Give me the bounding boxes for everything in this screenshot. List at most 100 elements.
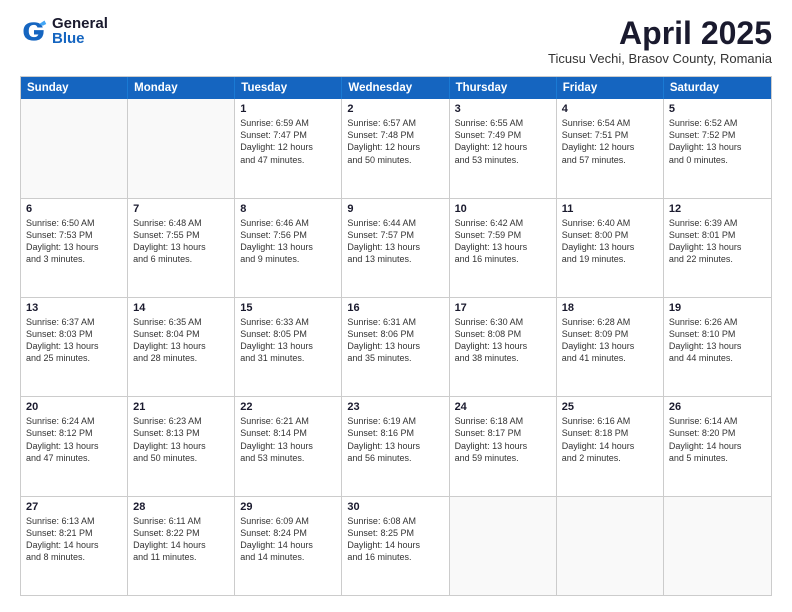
day-number: 9 bbox=[347, 203, 443, 215]
cal-cell-4-1: 20 Sunrise: 6:24 AM Sunset: 8:12 PM Dayli… bbox=[21, 397, 128, 495]
weekday-header-thursday: Thursday bbox=[450, 77, 557, 99]
day-number: 27 bbox=[26, 501, 122, 513]
cell-info: Sunrise: 6:08 AM Sunset: 8:25 PM Dayligh… bbox=[347, 515, 443, 564]
calendar-row-3: 13 Sunrise: 6:37 AM Sunset: 8:03 PM Dayli… bbox=[21, 297, 771, 396]
cal-cell-5-5 bbox=[450, 497, 557, 595]
cal-cell-2-7: 12 Sunrise: 6:39 AM Sunset: 8:01 PM Dayli… bbox=[664, 199, 771, 297]
cal-cell-3-6: 18 Sunrise: 6:28 AM Sunset: 8:09 PM Dayli… bbox=[557, 298, 664, 396]
cal-cell-4-5: 24 Sunrise: 6:18 AM Sunset: 8:17 PM Dayli… bbox=[450, 397, 557, 495]
day-number: 29 bbox=[240, 501, 336, 513]
cell-info: Sunrise: 6:55 AM Sunset: 7:49 PM Dayligh… bbox=[455, 117, 551, 166]
cell-info: Sunrise: 6:30 AM Sunset: 8:08 PM Dayligh… bbox=[455, 316, 551, 365]
day-number: 11 bbox=[562, 203, 658, 215]
calendar-body: 1 Sunrise: 6:59 AM Sunset: 7:47 PM Daylig… bbox=[21, 99, 771, 595]
cal-cell-3-7: 19Sunrise: 6:26 AM Sunset: 8:10 PM Dayli… bbox=[664, 298, 771, 396]
day-number: 24 bbox=[455, 401, 551, 413]
cell-info: Sunrise: 6:48 AM Sunset: 7:55 PM Dayligh… bbox=[133, 217, 229, 266]
cal-cell-1-4: 2Sunrise: 6:57 AM Sunset: 7:48 PM Daylig… bbox=[342, 99, 449, 197]
day-number: 7 bbox=[133, 203, 229, 215]
cell-info: Sunrise: 6:21 AM Sunset: 8:14 PM Dayligh… bbox=[240, 415, 336, 464]
cal-cell-2-6: 11Sunrise: 6:40 AM Sunset: 8:00 PM Dayli… bbox=[557, 199, 664, 297]
cell-info: Sunrise: 6:42 AM Sunset: 7:59 PM Dayligh… bbox=[455, 217, 551, 266]
cal-cell-5-7 bbox=[664, 497, 771, 595]
logo-general-text: General bbox=[52, 16, 108, 31]
cell-info: Sunrise: 6:19 AM Sunset: 8:16 PM Dayligh… bbox=[347, 415, 443, 464]
day-number: 6 bbox=[26, 203, 122, 215]
cell-info: Sunrise: 6:13 AM Sunset: 8:21 PM Dayligh… bbox=[26, 515, 122, 564]
cell-info: Sunrise: 6:24 AM Sunset: 8:12 PM Dayligh… bbox=[26, 415, 122, 464]
calendar-header: SundayMondayTuesdayWednesdayThursdayFrid… bbox=[21, 77, 771, 99]
cell-info: Sunrise: 6:57 AM Sunset: 7:48 PM Dayligh… bbox=[347, 117, 443, 166]
day-number: 20 bbox=[26, 401, 122, 413]
cal-cell-5-4: 30 Sunrise: 6:08 AM Sunset: 8:25 PM Dayli… bbox=[342, 497, 449, 595]
day-number: 10 bbox=[455, 203, 551, 215]
weekday-header-friday: Friday bbox=[557, 77, 664, 99]
cell-info: Sunrise: 6:35 AM Sunset: 8:04 PM Dayligh… bbox=[133, 316, 229, 365]
cal-cell-1-1 bbox=[21, 99, 128, 197]
day-number: 12 bbox=[669, 203, 766, 215]
day-number: 13 bbox=[26, 302, 122, 314]
cal-cell-4-2: 21 Sunrise: 6:23 AM Sunset: 8:13 PM Dayli… bbox=[128, 397, 235, 495]
cell-info: Sunrise: 6:54 AM Sunset: 7:51 PM Dayligh… bbox=[562, 117, 658, 166]
cal-cell-1-7: 5 Sunrise: 6:52 AM Sunset: 7:52 PM Daylig… bbox=[664, 99, 771, 197]
cal-cell-3-1: 13 Sunrise: 6:37 AM Sunset: 8:03 PM Dayli… bbox=[21, 298, 128, 396]
cal-cell-2-3: 8 Sunrise: 6:46 AM Sunset: 7:56 PM Daylig… bbox=[235, 199, 342, 297]
cell-info: Sunrise: 6:37 AM Sunset: 8:03 PM Dayligh… bbox=[26, 316, 122, 365]
weekday-header-sunday: Sunday bbox=[21, 77, 128, 99]
cell-info: Sunrise: 6:18 AM Sunset: 8:17 PM Dayligh… bbox=[455, 415, 551, 464]
day-number: 22 bbox=[240, 401, 336, 413]
title-block: April 2025 Ticusu Vechi, Brasov County, … bbox=[548, 16, 772, 66]
calendar-row-1: 1 Sunrise: 6:59 AM Sunset: 7:47 PM Daylig… bbox=[21, 99, 771, 197]
cell-info: Sunrise: 6:50 AM Sunset: 7:53 PM Dayligh… bbox=[26, 217, 122, 266]
cal-cell-4-3: 22 Sunrise: 6:21 AM Sunset: 8:14 PM Dayli… bbox=[235, 397, 342, 495]
calendar-row-2: 6 Sunrise: 6:50 AM Sunset: 7:53 PM Daylig… bbox=[21, 198, 771, 297]
day-number: 16 bbox=[347, 302, 443, 314]
cell-info: Sunrise: 6:11 AM Sunset: 8:22 PM Dayligh… bbox=[133, 515, 229, 564]
cell-info: Sunrise: 6:52 AM Sunset: 7:52 PM Dayligh… bbox=[669, 117, 766, 166]
location: Ticusu Vechi, Brasov County, Romania bbox=[548, 51, 772, 66]
cal-cell-1-2 bbox=[128, 99, 235, 197]
day-number: 25 bbox=[562, 401, 658, 413]
logo-icon bbox=[20, 17, 48, 45]
cal-cell-2-2: 7 Sunrise: 6:48 AM Sunset: 7:55 PM Daylig… bbox=[128, 199, 235, 297]
cal-cell-1-6: 4 Sunrise: 6:54 AM Sunset: 7:51 PM Daylig… bbox=[557, 99, 664, 197]
calendar-row-5: 27 Sunrise: 6:13 AM Sunset: 8:21 PM Dayli… bbox=[21, 496, 771, 595]
logo-blue-text: Blue bbox=[52, 31, 108, 46]
cal-cell-2-5: 10 Sunrise: 6:42 AM Sunset: 7:59 PM Dayli… bbox=[450, 199, 557, 297]
day-number: 14 bbox=[133, 302, 229, 314]
cal-cell-3-4: 16Sunrise: 6:31 AM Sunset: 8:06 PM Dayli… bbox=[342, 298, 449, 396]
cell-info: Sunrise: 6:28 AM Sunset: 8:09 PM Dayligh… bbox=[562, 316, 658, 365]
day-number: 8 bbox=[240, 203, 336, 215]
weekday-header-monday: Monday bbox=[128, 77, 235, 99]
cal-cell-2-4: 9Sunrise: 6:44 AM Sunset: 7:57 PM Daylig… bbox=[342, 199, 449, 297]
day-number: 26 bbox=[669, 401, 766, 413]
cell-info: Sunrise: 6:33 AM Sunset: 8:05 PM Dayligh… bbox=[240, 316, 336, 365]
cal-cell-2-1: 6 Sunrise: 6:50 AM Sunset: 7:53 PM Daylig… bbox=[21, 199, 128, 297]
weekday-header-tuesday: Tuesday bbox=[235, 77, 342, 99]
day-number: 4 bbox=[562, 103, 658, 115]
cal-cell-1-5: 3Sunrise: 6:55 AM Sunset: 7:49 PM Daylig… bbox=[450, 99, 557, 197]
cell-info: Sunrise: 6:46 AM Sunset: 7:56 PM Dayligh… bbox=[240, 217, 336, 266]
weekday-header-saturday: Saturday bbox=[664, 77, 771, 99]
day-number: 21 bbox=[133, 401, 229, 413]
day-number: 17 bbox=[455, 302, 551, 314]
day-number: 5 bbox=[669, 103, 766, 115]
header: General Blue April 2025 Ticusu Vechi, Br… bbox=[20, 16, 772, 66]
day-number: 15 bbox=[240, 302, 336, 314]
month-title: April 2025 bbox=[548, 16, 772, 51]
page: General Blue April 2025 Ticusu Vechi, Br… bbox=[0, 0, 792, 612]
cell-info: Sunrise: 6:59 AM Sunset: 7:47 PM Dayligh… bbox=[240, 117, 336, 166]
weekday-header-wednesday: Wednesday bbox=[342, 77, 449, 99]
cell-info: Sunrise: 6:16 AM Sunset: 8:18 PM Dayligh… bbox=[562, 415, 658, 464]
cal-cell-3-3: 15 Sunrise: 6:33 AM Sunset: 8:05 PM Dayli… bbox=[235, 298, 342, 396]
cell-info: Sunrise: 6:14 AM Sunset: 8:20 PM Dayligh… bbox=[669, 415, 766, 464]
cell-info: Sunrise: 6:39 AM Sunset: 8:01 PM Dayligh… bbox=[669, 217, 766, 266]
cal-cell-5-2: 28Sunrise: 6:11 AM Sunset: 8:22 PM Dayli… bbox=[128, 497, 235, 595]
calendar-row-4: 20 Sunrise: 6:24 AM Sunset: 8:12 PM Dayli… bbox=[21, 396, 771, 495]
cell-info: Sunrise: 6:23 AM Sunset: 8:13 PM Dayligh… bbox=[133, 415, 229, 464]
day-number: 18 bbox=[562, 302, 658, 314]
day-number: 30 bbox=[347, 501, 443, 513]
day-number: 1 bbox=[240, 103, 336, 115]
cal-cell-5-6 bbox=[557, 497, 664, 595]
cal-cell-4-7: 26 Sunrise: 6:14 AM Sunset: 8:20 PM Dayli… bbox=[664, 397, 771, 495]
